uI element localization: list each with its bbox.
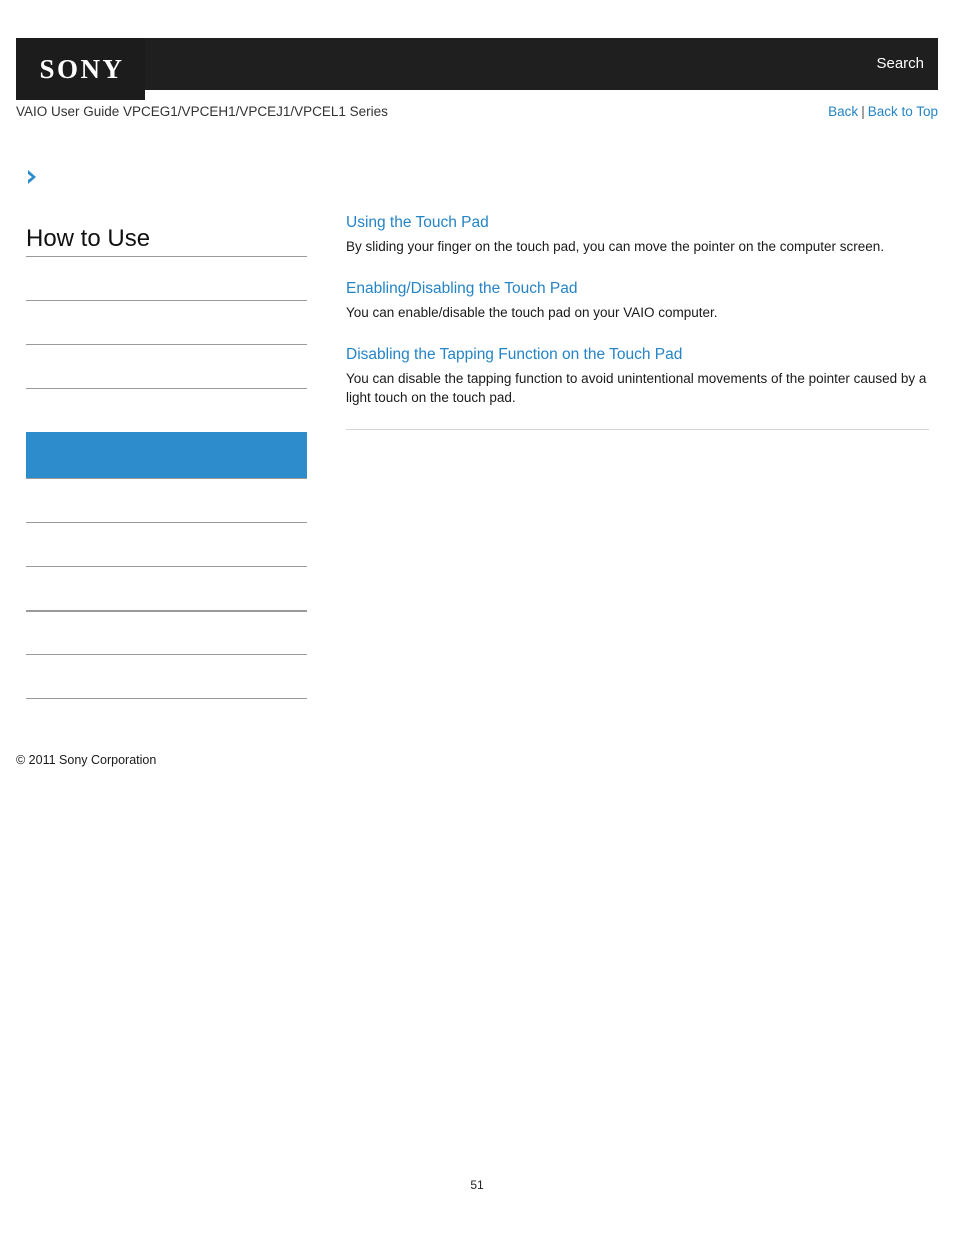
back-to-top-link[interactable]: Back to Top	[868, 104, 938, 119]
topic-description: You can disable the tapping function to …	[346, 371, 927, 405]
sony-logo[interactable]: SONY	[16, 38, 145, 100]
topic-link-enabling-disabling-the-touch-pad[interactable]: Enabling/Disabling the Touch Pad	[346, 278, 929, 300]
sidebar-item-5-active[interactable]	[26, 432, 307, 478]
sidebar-item-6[interactable]	[26, 478, 307, 522]
page-number: 51	[470, 1178, 484, 1192]
back-link[interactable]: Back	[828, 104, 858, 119]
sidebar: How to Use	[26, 168, 307, 699]
sidebar-item-10[interactable]	[26, 654, 307, 698]
page-title: How to Use	[26, 225, 151, 252]
sidebar-item-8[interactable]	[26, 566, 307, 610]
guide-title: VAIO User Guide VPCEG1/VPCEH1/VPCEJ1/VPC…	[16, 104, 388, 119]
main-content: Using the Touch Pad By sliding your fing…	[346, 212, 929, 430]
site-header-bar	[16, 38, 938, 90]
topic-link-using-the-touch-pad[interactable]: Using the Touch Pad	[346, 212, 929, 234]
sidebar-item-1[interactable]	[26, 256, 307, 300]
nav-separator: |	[861, 104, 865, 119]
sony-logo-text: SONY	[39, 53, 125, 84]
topic-description: You can enable/disable the touch pad on …	[346, 305, 718, 320]
sidebar-item-3[interactable]	[26, 344, 307, 388]
header-nav-links: Back | Back to Top	[828, 102, 938, 122]
topic-description: By sliding your finger on the touch pad,…	[346, 239, 885, 254]
sidebar-item-7[interactable]	[26, 522, 307, 566]
topic-item: Using the Touch Pad By sliding your fing…	[346, 212, 929, 256]
topic-item: Disabling the Tapping Function on the To…	[346, 344, 929, 407]
content-divider	[346, 429, 929, 430]
sidebar-nav	[26, 256, 307, 698]
copyright-notice: © 2011 Sony Corporation	[16, 753, 157, 767]
chevron-right-icon[interactable]	[26, 168, 42, 186]
sidebar-item-2[interactable]	[26, 300, 307, 344]
topic-item: Enabling/Disabling the Touch Pad You can…	[346, 278, 929, 322]
sidebar-bottom-divider	[26, 698, 307, 699]
search-button[interactable]: Search	[876, 54, 924, 74]
sidebar-item-9[interactable]	[26, 610, 307, 654]
sidebar-item-4[interactable]	[26, 388, 307, 432]
topic-link-disabling-the-tapping-function[interactable]: Disabling the Tapping Function on the To…	[346, 344, 929, 366]
sub-header: VAIO User Guide VPCEG1/VPCEH1/VPCEJ1/VPC…	[16, 102, 938, 124]
